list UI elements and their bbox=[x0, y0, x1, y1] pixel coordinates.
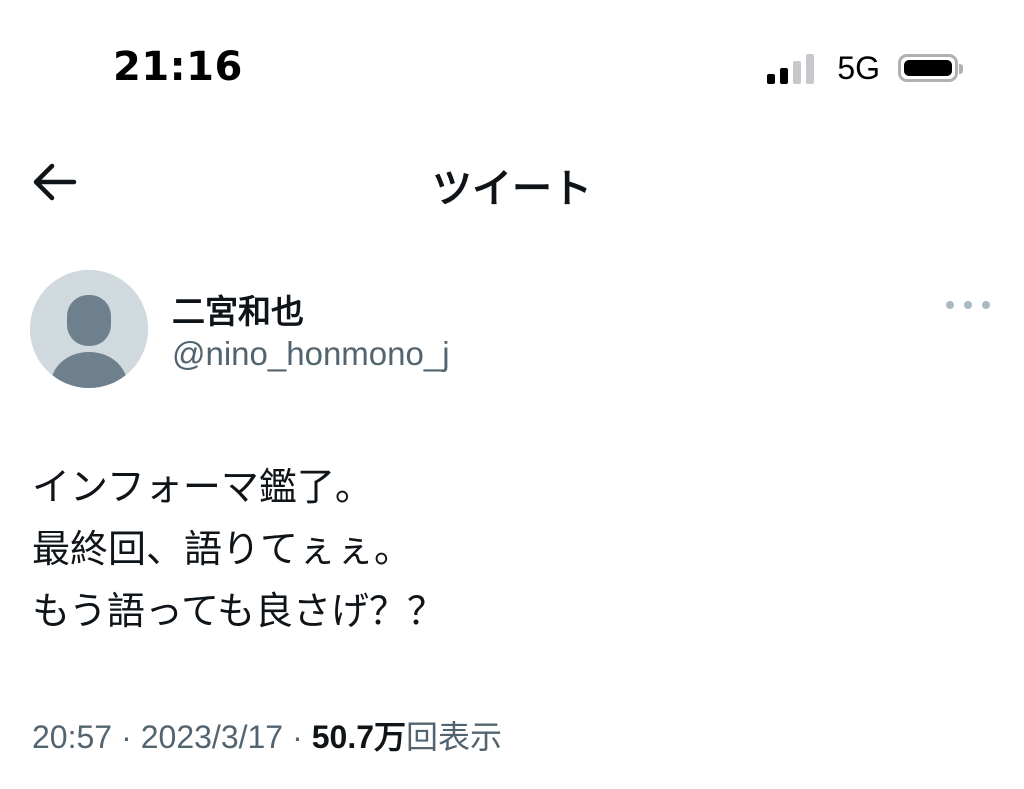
tweet-meta: 20:57 · 2023/3/17 · 50.7万回表示 bbox=[32, 712, 502, 758]
more-horizontal-icon bbox=[946, 301, 954, 309]
tweet-date[interactable]: 2023/3/17 bbox=[141, 719, 283, 755]
tweet-text: インフォーマ鑑了。 最終回、語りてぇぇ。 もう語っても良さげ？？ bbox=[32, 456, 992, 642]
tweet-text-line: 最終回、語りてぇぇ。 bbox=[32, 527, 413, 571]
status-indicators: 5G bbox=[767, 48, 963, 88]
cellular-signal-icon bbox=[767, 52, 819, 84]
author-display-name[interactable]: 二宮和也 bbox=[172, 285, 304, 333]
avatar[interactable] bbox=[30, 270, 148, 388]
more-options-button[interactable] bbox=[946, 292, 990, 318]
meta-separator: · bbox=[292, 719, 303, 755]
views-count[interactable]: 50.7万 bbox=[312, 719, 406, 755]
tweet-text-line: インフォーマ鑑了。 bbox=[32, 465, 373, 509]
views-label[interactable]: 回表示 bbox=[406, 719, 502, 755]
tweet-text-line: もう語っても良さげ？？ bbox=[32, 589, 446, 633]
tweet-time[interactable]: 20:57 bbox=[32, 719, 112, 755]
battery-icon bbox=[898, 54, 963, 82]
meta-separator: · bbox=[121, 719, 132, 755]
tweet-detail-screen: 21:16 5G ツイート 二宮和也 @nino_honmono_j インフォー… bbox=[0, 0, 1024, 789]
default-avatar-icon bbox=[30, 270, 148, 388]
page-title: ツイート bbox=[432, 166, 592, 212]
network-type: 5G bbox=[837, 49, 880, 86]
author-handle[interactable]: @nino_honmono_j bbox=[172, 335, 450, 373]
status-time: 21:16 bbox=[113, 44, 243, 90]
